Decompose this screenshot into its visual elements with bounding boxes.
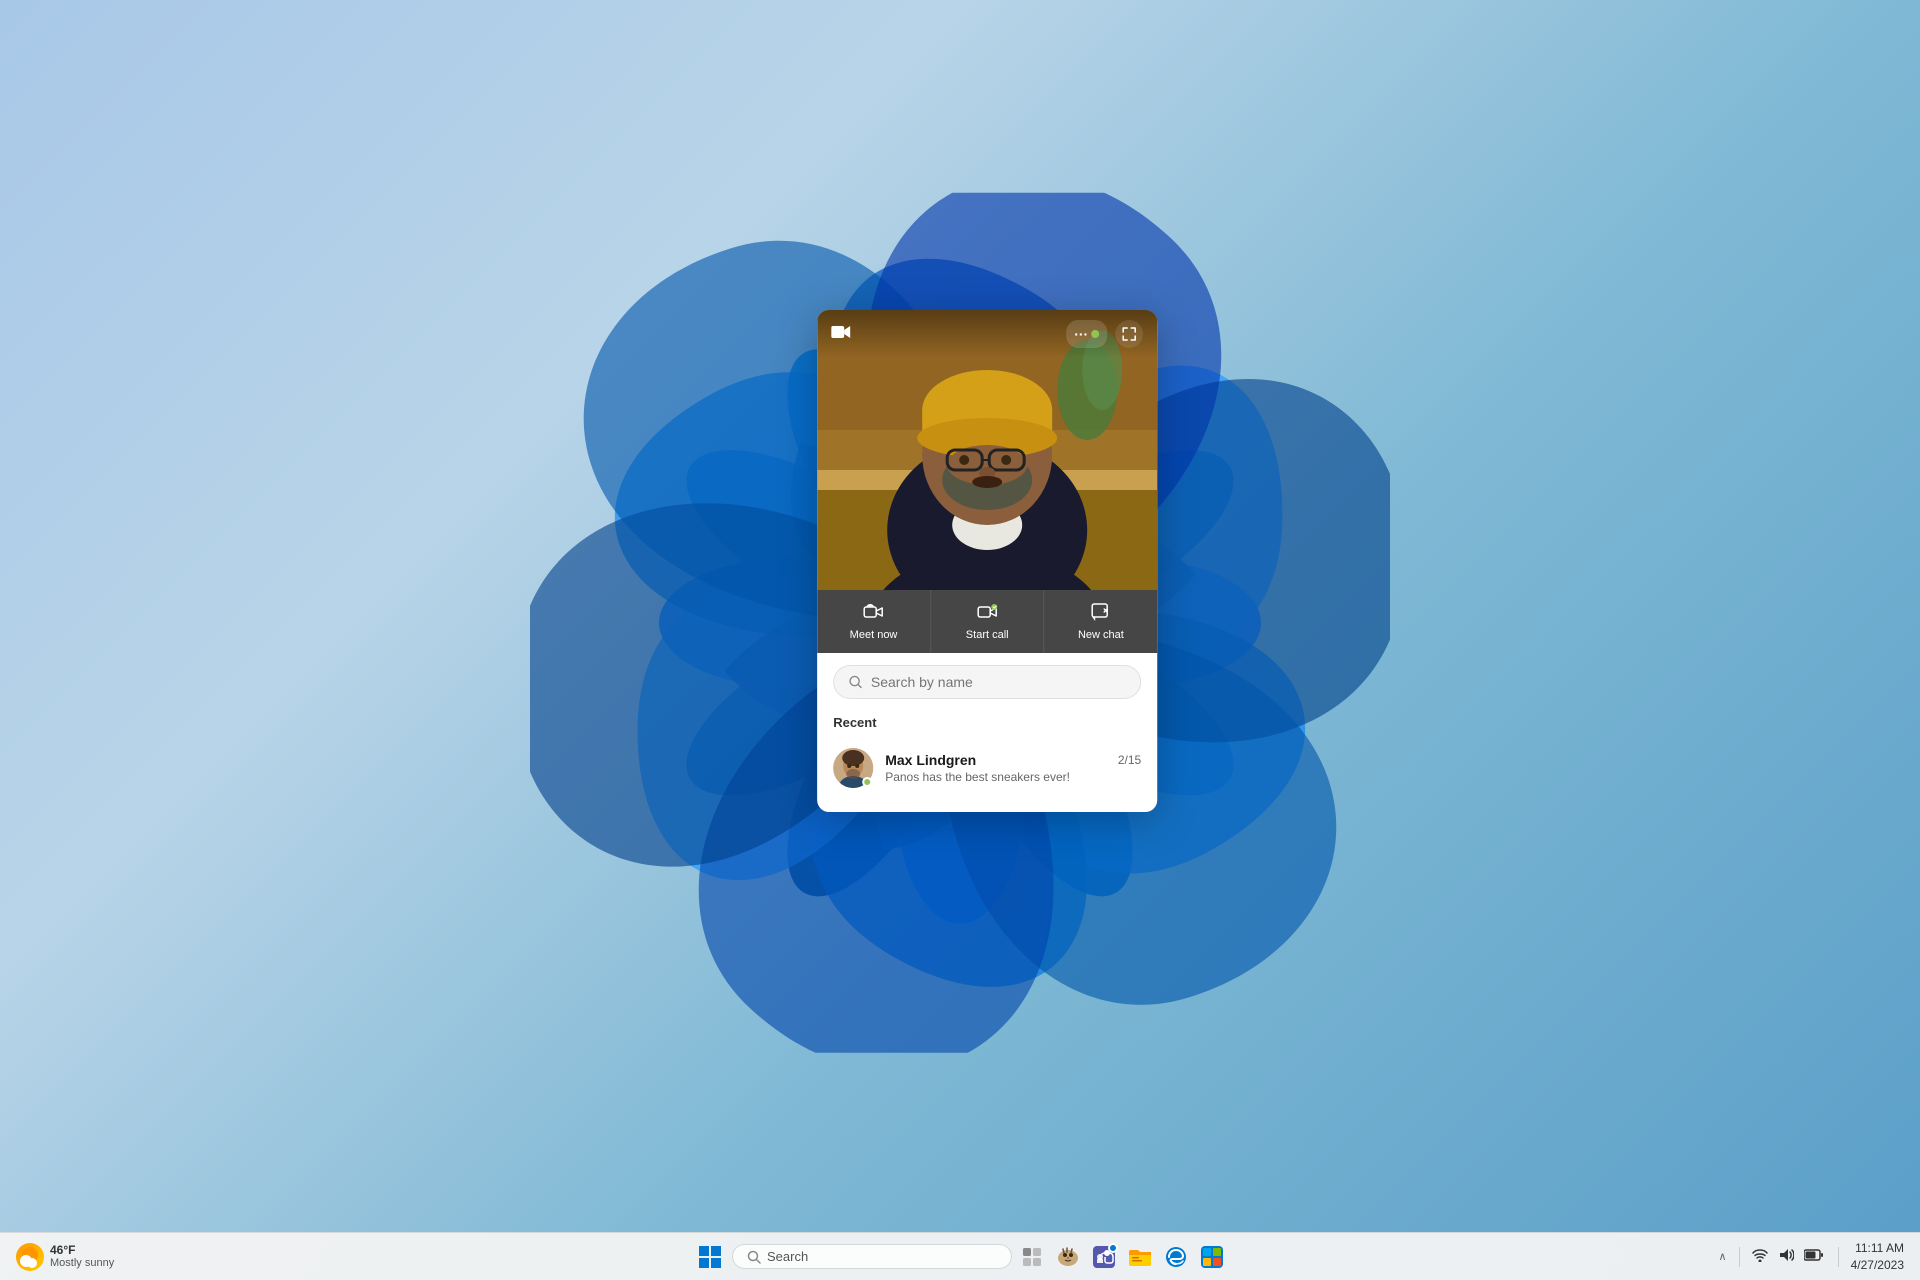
taskbar-left: 46°F Mostly sunny — [16, 1243, 122, 1271]
windows-logo — [699, 1246, 721, 1268]
contact-avatar-container — [833, 748, 873, 788]
microsoft-store-button[interactable] — [1196, 1241, 1228, 1273]
taskbar-search-bar[interactable]: Search — [732, 1244, 1012, 1269]
chat-item-max[interactable]: Max Lindgren 2/15 Panos has the best sne… — [833, 740, 1141, 796]
teams-taskbar-button[interactable] — [1088, 1241, 1120, 1273]
wifi-status-icon — [1752, 1248, 1768, 1262]
edge-icon — [1165, 1246, 1187, 1268]
weather-text: 46°F Mostly sunny — [50, 1243, 114, 1271]
taskbar-search-label: Search — [767, 1249, 808, 1264]
volume-status-icon — [1778, 1247, 1794, 1263]
chat-date: 2/15 — [1118, 753, 1141, 767]
start-call-label: Start call — [966, 629, 1009, 641]
teams-notification-badge — [1108, 1243, 1118, 1253]
weather-widget[interactable]: 46°F Mostly sunny — [16, 1243, 114, 1271]
meet-now-label: Meet now — [850, 629, 898, 641]
teams-header-bar: ··· — [817, 310, 1157, 358]
start-button[interactable] — [692, 1239, 728, 1275]
meet-now-button[interactable]: Meet now — [817, 590, 931, 653]
store-icon — [1201, 1246, 1223, 1268]
widgets-button[interactable] — [1052, 1241, 1084, 1273]
volume-icon[interactable] — [1776, 1245, 1796, 1268]
teams-more-button[interactable]: ··· — [1066, 320, 1107, 348]
taskbar-center: Search — [692, 1239, 1228, 1275]
weather-icon — [16, 1243, 44, 1271]
task-view-button[interactable] — [1016, 1241, 1048, 1273]
weather-sun-icon — [16, 1243, 44, 1271]
teams-search-bar[interactable] — [833, 665, 1141, 699]
clock-time: 11:11 AM — [1851, 1240, 1904, 1257]
chat-preview: Panos has the best sneakers ever! — [885, 770, 1141, 784]
clock-divider — [1838, 1247, 1839, 1267]
teams-search-section — [817, 653, 1157, 707]
new-chat-label: New chat — [1078, 629, 1124, 641]
tray-divider — [1739, 1247, 1740, 1267]
new-chat-button[interactable]: New chat — [1045, 590, 1158, 653]
battery-icon[interactable] — [1802, 1246, 1826, 1267]
tray-expand-button[interactable]: ∧ — [1717, 1248, 1729, 1265]
new-chat-icon — [1090, 602, 1112, 624]
file-explorer-button[interactable] — [1124, 1241, 1156, 1273]
taskbar-right: ∧ — [1717, 1240, 1904, 1274]
start-call-button[interactable]: Start call — [931, 590, 1045, 653]
teams-actions-bar: Meet now Start call New chat — [817, 590, 1157, 653]
teams-header-actions: ··· — [1066, 320, 1143, 348]
recent-label: Recent — [833, 715, 1141, 730]
teams-camera-icon — [831, 324, 851, 345]
contact-name: Max Lindgren — [885, 752, 976, 768]
weather-temp: 46°F — [50, 1243, 114, 1257]
chat-info: Max Lindgren 2/15 Panos has the best sne… — [885, 752, 1141, 784]
taskbar: 46°F Mostly sunny — [0, 1232, 1920, 1280]
wifi-icon[interactable] — [1750, 1246, 1770, 1267]
edge-browser-button[interactable] — [1160, 1241, 1192, 1273]
teams-expand-button[interactable] — [1115, 320, 1143, 348]
system-tray: ∧ — [1717, 1245, 1826, 1268]
online-status-dot — [862, 777, 872, 787]
meet-now-icon — [863, 602, 885, 624]
file-explorer-icon — [1129, 1247, 1151, 1267]
chat-name-row: Max Lindgren 2/15 — [885, 752, 1141, 768]
weather-condition: Mostly sunny — [50, 1257, 114, 1270]
teams-video-section: ··· — [817, 310, 1157, 590]
teams-recent-section: Recent — [817, 707, 1157, 812]
taskbar-search-icon — [747, 1250, 761, 1264]
start-call-icon — [976, 602, 998, 624]
desktop: ··· — [0, 0, 1920, 1280]
teams-popup: ··· — [817, 310, 1157, 812]
battery-status-icon — [1804, 1248, 1824, 1262]
widgets-icon — [1055, 1246, 1081, 1268]
task-view-icon — [1022, 1247, 1042, 1267]
search-icon — [848, 674, 863, 690]
search-by-name-input[interactable] — [871, 674, 1126, 690]
clock-date: 4/27/2023 — [1851, 1257, 1904, 1274]
system-clock[interactable]: 11:11 AM 4/27/2023 — [1851, 1240, 1904, 1274]
